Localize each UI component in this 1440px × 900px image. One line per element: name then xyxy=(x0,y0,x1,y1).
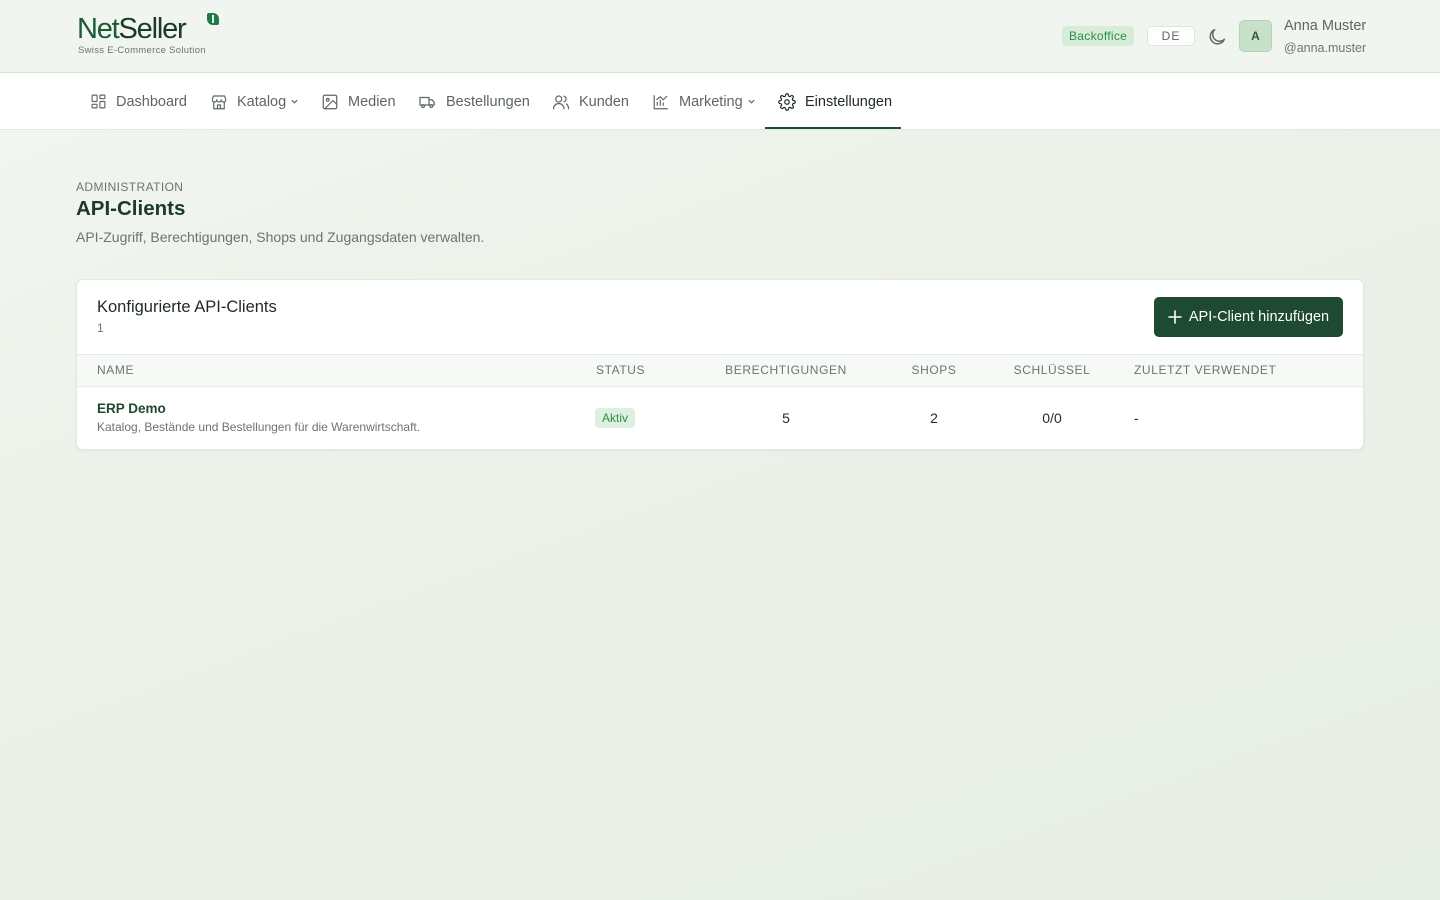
logo-leaf-icon xyxy=(207,13,219,25)
nav-item-dashboard[interactable]: Dashboard xyxy=(90,73,187,130)
add-button-label: API-Client hinzufügen xyxy=(1188,309,1330,325)
plus-icon xyxy=(1168,310,1182,324)
gear-icon xyxy=(778,92,796,111)
column-header-permissions[interactable]: BERECHTIGUNGEN xyxy=(725,355,847,386)
user-handle: @anna.muster xyxy=(1284,41,1367,55)
table-header: NAME STATUS BERECHTIGUNGEN SHOPS SCHLÜSS… xyxy=(77,354,1363,387)
truck-icon xyxy=(419,96,435,108)
logo-tagline: Swiss E-Commerce Solution xyxy=(78,45,206,56)
nav-item-label: Marketing xyxy=(679,93,743,110)
nav-item-medien[interactable]: Medien xyxy=(321,73,396,130)
moon-icon xyxy=(1209,28,1226,45)
add-api-client-button[interactable]: API-Client hinzufügen xyxy=(1154,297,1343,337)
avatar[interactable]: A xyxy=(1239,20,1272,52)
user-name[interactable]: Anna Muster xyxy=(1284,18,1366,34)
column-header-name[interactable]: NAME xyxy=(97,355,134,386)
last-used-value: - xyxy=(1134,410,1139,426)
nav-item-label: Kunden xyxy=(579,93,629,110)
chart-icon xyxy=(653,94,668,109)
nav-item-marketing[interactable]: Marketing xyxy=(652,73,756,130)
nav-item-kunden[interactable]: Kunden xyxy=(552,73,629,130)
status-badge: Aktiv xyxy=(595,408,636,428)
netseller-logo[interactable]: NetSeller Swiss E-Commerce Solution xyxy=(77,13,227,59)
client-name-link[interactable]: ERP Demo xyxy=(97,401,166,416)
api-clients-card: Konfigurierte API-Clients 1 API-Client h… xyxy=(76,279,1364,450)
client-count: 1 xyxy=(97,321,104,335)
nav-item-label: Einstellungen xyxy=(805,93,893,110)
page-title: API-Clients xyxy=(76,197,186,220)
section-eyebrow: ADMINISTRATION xyxy=(76,180,184,194)
permissions-count: 5 xyxy=(782,410,790,426)
logo-wordmark: NetSeller xyxy=(77,13,187,45)
nav-item-label: Dashboard xyxy=(116,93,187,110)
column-header-status[interactable]: STATUS xyxy=(596,355,645,386)
backoffice-badge: Backoffice xyxy=(1062,26,1135,46)
chevron-down-icon xyxy=(291,99,298,104)
store-icon xyxy=(211,94,227,109)
image-icon xyxy=(322,94,338,109)
page-subtitle: API-Zugriff, Berechtigungen, Shops und Z… xyxy=(76,229,485,245)
client-description: Katalog, Bestände und Bestellungen für d… xyxy=(97,420,421,434)
theme-toggle-button[interactable] xyxy=(1206,26,1228,48)
nav-item-label: Katalog xyxy=(237,93,287,110)
table-row[interactable]: ERP Demo Katalog, Bestände und Bestellun… xyxy=(77,387,1363,449)
nav-item-einstellungen[interactable]: Einstellungen xyxy=(778,73,892,130)
column-header-keys[interactable]: SCHLÜSSEL xyxy=(1014,355,1091,386)
nav-item-bestellungen[interactable]: Bestellungen xyxy=(418,73,530,130)
chevron-down-icon xyxy=(748,99,755,104)
column-header-last-used[interactable]: ZULETZT VERWENDET xyxy=(1134,355,1276,386)
users-icon xyxy=(552,94,570,109)
active-tab-indicator xyxy=(765,127,901,129)
column-header-shops[interactable]: SHOPS xyxy=(911,355,956,386)
nav-item-label: Medien xyxy=(348,93,396,110)
dashboard-icon xyxy=(91,94,106,109)
shops-count: 2 xyxy=(930,410,938,426)
keys-count: 0/0 xyxy=(1042,410,1062,426)
top-header: NetSeller Swiss E-Commerce Solution Back… xyxy=(0,0,1440,73)
card-title: Konfigurierte API-Clients xyxy=(97,298,277,316)
main-navigation: Dashboard Katalog Medien Bestellungen Ku… xyxy=(0,73,1440,130)
language-switcher[interactable]: DE xyxy=(1147,26,1195,46)
nav-item-label: Bestellungen xyxy=(446,93,530,110)
nav-item-katalog[interactable]: Katalog xyxy=(210,73,299,130)
